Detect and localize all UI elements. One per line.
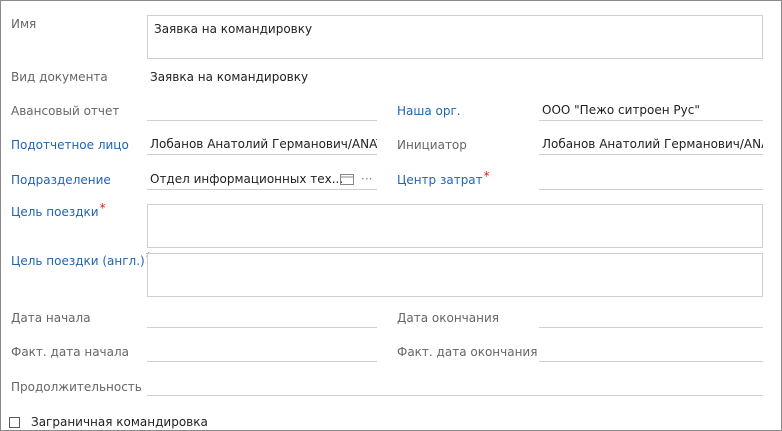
foreign-trip-label[interactable]: Заграничная командировка [31, 415, 208, 429]
initiator-label: Инициатор [397, 138, 467, 152]
required-mark: * [483, 169, 490, 183]
trip-goal-label[interactable]: Цель поездки* [11, 201, 106, 219]
doc-type-label: Вид документа [11, 70, 108, 84]
name-value: Заявка на командировку [154, 22, 313, 36]
advance-report-label: Авансовый отчет [11, 104, 120, 118]
card-icon[interactable] [340, 174, 354, 187]
foreign-trip-checkbox[interactable] [9, 417, 20, 428]
accountable-person-field[interactable]: Лобанов Анатолий Германович/ANATOLY LOBA… [147, 135, 377, 155]
our-org-value: ООО "Пежо ситроен Рус" [542, 103, 700, 117]
department-value: Отдел информационных тех... [150, 172, 344, 186]
trip-goal-en-label[interactable]: Цель поездки (англ.)* [11, 250, 152, 268]
travel-request-form: Имя Заявка на командировку Вид документа… [0, 0, 782, 431]
duration-field[interactable] [147, 376, 763, 396]
duration-label: Продолжительность [11, 380, 142, 394]
end-date-label: Дата окончания [397, 311, 499, 325]
initiator-field[interactable]: Лобанов Анатолий Германович/ANATOLY LOBA… [539, 135, 763, 155]
initiator-value: Лобанов Анатолий Германович/ANATOLY LOBA… [542, 137, 763, 151]
fact-start-date-label: Факт. дата начала [11, 345, 130, 359]
name-input[interactable]: Заявка на командировку [147, 15, 763, 59]
fact-start-date-field[interactable] [147, 342, 377, 362]
required-mark: * [99, 201, 106, 215]
accountable-person-label[interactable]: Подотчетное лицо [11, 138, 129, 152]
doc-type-value: Заявка на командировку [150, 70, 309, 84]
name-label: Имя [11, 17, 37, 31]
start-date-field[interactable] [147, 308, 377, 328]
advance-report-field[interactable] [147, 101, 377, 121]
trip-goal-en-input[interactable] [147, 253, 763, 297]
end-date-field[interactable] [539, 308, 763, 328]
ellipsis-icon[interactable]: ··· [361, 173, 372, 185]
fact-end-date-field[interactable] [539, 342, 763, 362]
accountable-person-value: Лобанов Анатолий Германович/ANATOLY LOBA… [150, 137, 377, 151]
our-org-label[interactable]: Наша орг. [397, 104, 461, 118]
our-org-field[interactable]: ООО "Пежо ситроен Рус" [539, 101, 763, 121]
fact-end-date-label: Факт. дата окончания [397, 345, 538, 359]
start-date-label: Дата начала [11, 311, 91, 325]
trip-goal-input[interactable] [147, 204, 763, 248]
cost-center-label[interactable]: Центр затрат* [397, 169, 490, 187]
cost-center-field[interactable] [539, 170, 763, 190]
department-label[interactable]: Подразделение [11, 173, 111, 187]
